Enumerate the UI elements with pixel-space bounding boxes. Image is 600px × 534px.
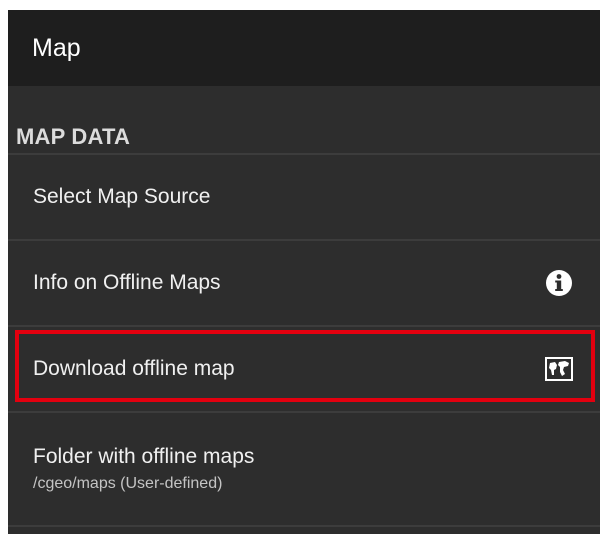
section-header-map-data: MAP DATA <box>16 124 131 149</box>
pref-folder-offline-maps[interactable]: Folder with offline maps /cgeo/maps (Use… <box>8 413 600 525</box>
pref-download-offline-map[interactable]: Download offline map <box>8 327 600 411</box>
world-map-icon <box>542 352 576 386</box>
pref-title: Select Map Source <box>33 185 211 208</box>
divider <box>8 525 600 527</box>
app-bar: Map <box>8 10 600 86</box>
page-title: Map <box>32 33 81 62</box>
pref-title: Folder with offline maps <box>33 445 255 468</box>
info-icon <box>542 266 576 300</box>
settings-screen: Map MAP DATA Select Map Source Info on O… <box>8 10 600 534</box>
pref-select-map-source[interactable]: Select Map Source <box>8 155 600 239</box>
pref-summary: /cgeo/maps (User-defined) <box>33 475 223 492</box>
pref-title: Info on Offline Maps <box>33 271 221 294</box>
pref-info-offline-maps[interactable]: Info on Offline Maps <box>8 241 600 325</box>
pref-title: Download offline map <box>33 357 235 380</box>
